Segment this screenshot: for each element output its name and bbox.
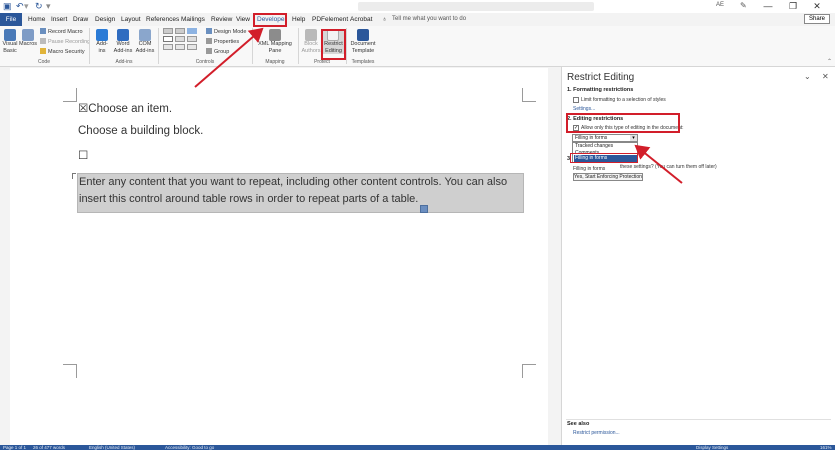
arrow-to-developer-tab bbox=[194, 27, 264, 88]
arrow-to-dropdown bbox=[634, 144, 683, 184]
annotation-arrows bbox=[194, 27, 683, 184]
